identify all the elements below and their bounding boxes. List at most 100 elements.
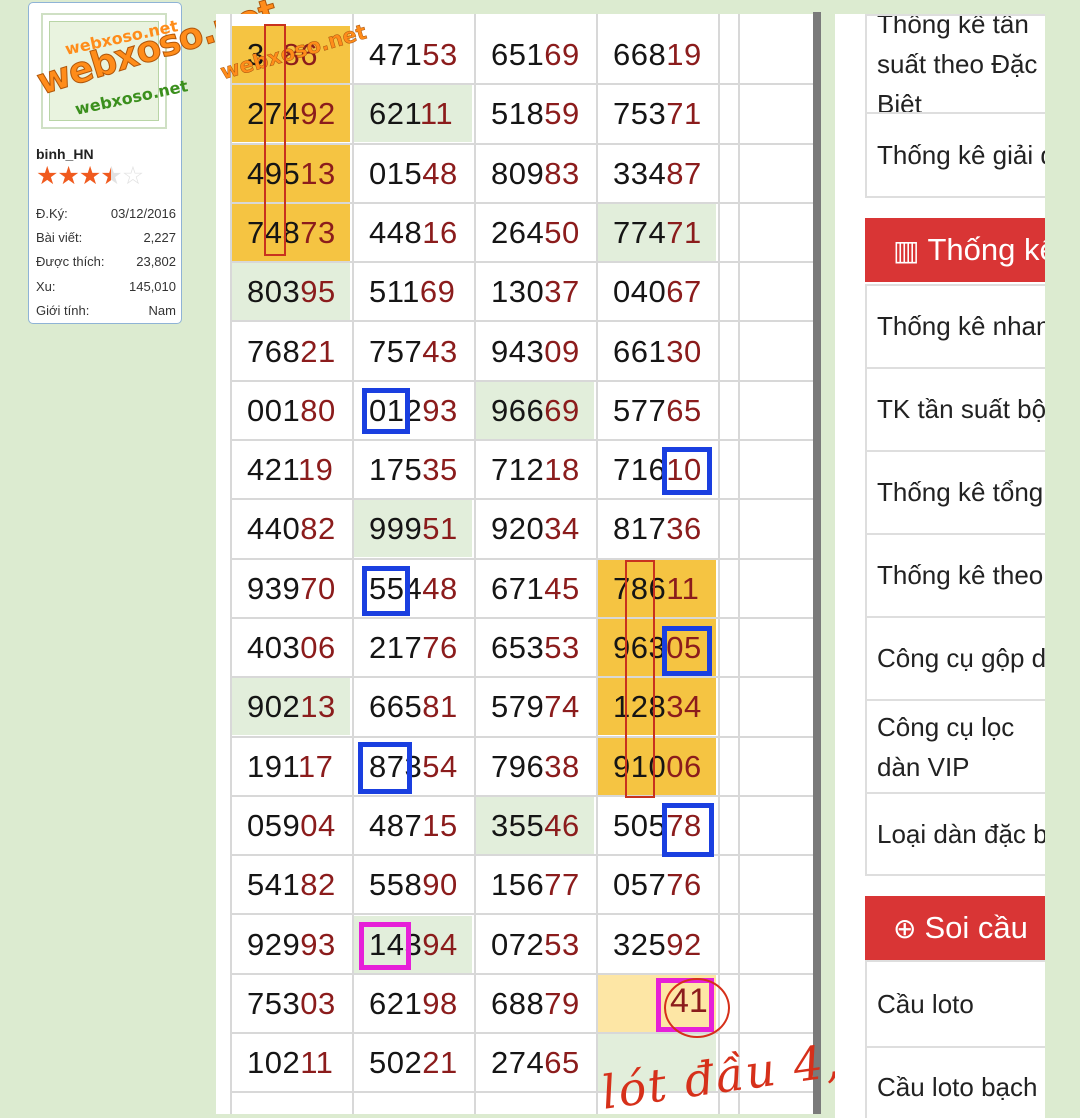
result-head-digits: 817	[613, 511, 667, 547]
result-cell: 66819	[598, 26, 716, 83]
result-head-digits: 768	[247, 333, 301, 369]
result-cell: 07253	[476, 916, 594, 973]
star-icon: ★	[36, 162, 58, 190]
result-head-digits: 661	[613, 333, 667, 369]
result-tail-digits: 11	[419, 96, 454, 132]
sidebar-section-header[interactable]: ▥ Thống kê	[865, 218, 1045, 282]
result-head-digits: 541	[247, 867, 301, 903]
result-cell: 92034	[476, 500, 594, 557]
sidebar-link[interactable]: TK tần suất bộ số	[865, 367, 1045, 450]
result-tail-digits: 04	[300, 807, 336, 843]
sidebar-link[interactable]: Công cụ lọc dàn VIP	[865, 699, 1045, 792]
result-cell: 62111	[354, 85, 472, 143]
result-cell: 33487	[598, 145, 716, 202]
result-head-digits: 621	[369, 985, 423, 1021]
result-tail-digits: 06	[666, 748, 702, 784]
table-row: 74873 44816 26450 77471	[232, 203, 816, 264]
sidebar-link[interactable]: Thống kê nhanh	[865, 284, 1045, 367]
result-head-digits: 920	[491, 511, 545, 547]
result-cell: 44816	[354, 204, 472, 261]
stat-value: 23,802	[136, 254, 176, 270]
result-head-digits: 012	[369, 392, 423, 428]
result-tail-digits: 77	[544, 867, 580, 903]
result-head-digits: 274	[491, 1045, 545, 1081]
result-tail-digits: 65	[666, 392, 702, 428]
result-cell: 92993	[232, 916, 350, 973]
result-tail-digits: 46	[544, 807, 580, 843]
rating-stars: ★★★★☆	[36, 161, 144, 191]
result-tail-digits: 71	[666, 96, 702, 132]
result-cell: 51859	[476, 85, 594, 142]
result-head-digits: 448	[369, 214, 423, 250]
result-cell: 47153	[354, 26, 472, 83]
result-tail-digits: 50	[544, 214, 580, 250]
sidebar-link[interactable]: Cầu loto bạch thủ	[865, 1046, 1045, 1118]
result-head-digits: 102	[247, 1045, 301, 1081]
result-head-digits: 621	[369, 96, 420, 132]
sidebar-section-header[interactable]: ⊕ Soi cầu	[865, 896, 1045, 960]
result-cell: 65353	[476, 619, 594, 676]
result-head-digits: 505	[613, 807, 667, 843]
table-row: 93970 55448 67145 78611	[232, 559, 816, 619]
result-head-digits: 274	[247, 96, 301, 132]
circled-number: 41	[670, 982, 708, 1020]
sidebar-divider	[865, 874, 1045, 876]
result-tail-digits: 76	[422, 630, 458, 665]
table-row: 80395 51169 13037 04067	[232, 263, 816, 323]
result-tail-digits: 76	[666, 867, 702, 903]
result-tail-digits: 21	[422, 1045, 458, 1081]
star-icon: ★	[57, 162, 79, 190]
search-plus-icon: ⊕	[893, 912, 917, 944]
sidebar-link[interactable]: Loại dàn đặc biệt	[865, 792, 1045, 874]
result-head-digits: 502	[369, 1045, 423, 1081]
table-row: 00180 01293 96669 57765	[232, 381, 816, 442]
result-head-digits: 334	[613, 155, 667, 191]
sidebar-link[interactable]: Cầu loto	[865, 960, 1045, 1046]
sidebar-link[interactable]: Công cụ gộp dàn	[865, 616, 1045, 699]
result-cell: 40306	[232, 619, 350, 676]
result-head-digits: 440	[247, 511, 301, 547]
sidebar-link[interactable]: Thống kê tần suất theo Đặc Biệt	[865, 14, 1045, 112]
scrollbar[interactable]	[813, 12, 821, 1114]
stat-label: Xu:	[36, 278, 56, 294]
result-tail-digits: 53	[544, 926, 580, 962]
result-cell: 75743	[354, 323, 472, 380]
username[interactable]: binh_HN	[36, 146, 94, 162]
result-head-digits: 558	[369, 867, 423, 903]
result-tail-digits: 59	[544, 96, 580, 132]
stat-row: Xu: 145,010	[36, 274, 176, 298]
stat-label: Giới tính:	[36, 303, 90, 319]
table-row: 90213 66581 57974 12834	[232, 678, 816, 738]
result-cell: 67145	[476, 560, 594, 617]
result-tail-digits: 21	[300, 333, 336, 369]
sidebar-link[interactable]: Thống kê giải đặc biệt	[865, 112, 1045, 196]
stat-value: Nam	[148, 303, 176, 319]
result-tail-digits: 30	[666, 333, 702, 369]
result-cell: 15677	[476, 856, 594, 913]
result-tail-digits: 74	[544, 689, 580, 725]
result-cell: 87354	[354, 738, 472, 795]
result-head-digits: 809	[491, 155, 545, 191]
sidebar-link[interactable]: Thống kê theo ngày	[865, 533, 1045, 616]
result-cell: 50221	[354, 1034, 472, 1091]
star-half-icon: ★	[100, 162, 122, 190]
result-tail-digits: 69	[544, 37, 580, 72]
star-empty-icon: ☆	[121, 162, 144, 190]
result-cell: 66581	[354, 678, 472, 735]
result-head-digits: 668	[613, 37, 667, 72]
result-cell: 78611	[598, 559, 716, 617]
result-cell: 27465	[476, 1034, 594, 1091]
user-stats: Đ.Ký: 03/12/2016 Bài viết: 2,227 Được thích:…	[36, 201, 176, 323]
table-row: 42119 17535 71218 71610	[232, 441, 816, 501]
result-tail-digits: 93	[300, 926, 336, 962]
result-cell: 94309	[476, 323, 594, 380]
result-tail-digits: 34	[544, 511, 580, 547]
stat-row: Bài viết: 2,227	[36, 225, 176, 249]
right-sidebar: Thống kê tần suất theo Đặc Biệt Thống kê …	[835, 14, 1045, 1118]
result-head-digits: 902	[247, 689, 301, 725]
result-cell: 21776	[354, 619, 472, 676]
result-tail-digits: 11	[666, 570, 700, 606]
result-cell: 66130	[598, 323, 716, 380]
result-cell: 81736	[598, 500, 716, 557]
sidebar-link[interactable]: Thống kê tổng	[865, 450, 1045, 533]
